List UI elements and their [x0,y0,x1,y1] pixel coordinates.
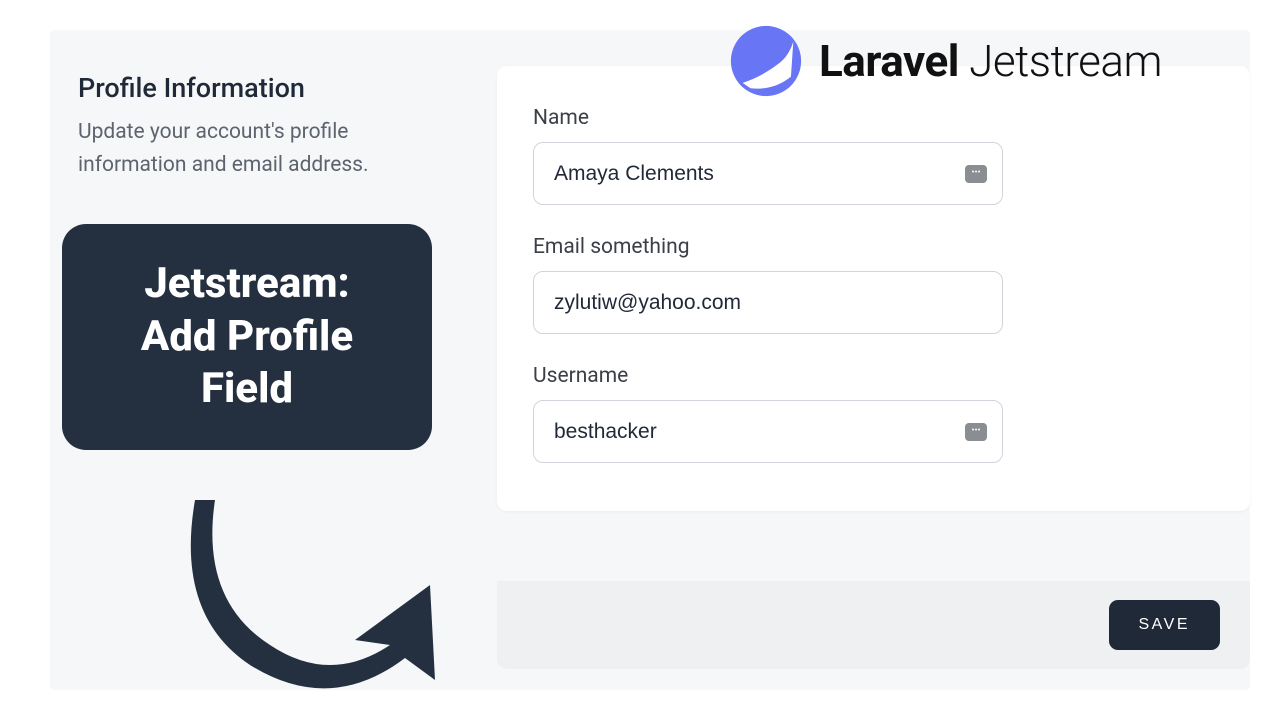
section-header: Profile Information Update your account'… [78,72,448,181]
email-group: Email something [533,235,1216,334]
save-button[interactable]: SAVE [1109,600,1221,650]
thumbnail-callout: Jetstream: Add Profile Field [62,224,432,450]
username-input[interactable] [533,400,1003,463]
profile-form-card: Name Email something Username [497,66,1250,511]
autofill-icon[interactable] [965,423,987,441]
brand-lockup: Laravel Jetstream [727,22,1162,100]
form-action-bar: SAVE [497,581,1250,669]
name-input[interactable] [533,142,1003,205]
section-description: Update your account's profile informatio… [78,116,448,181]
name-group: Name [533,106,1216,205]
section-title: Profile Information [78,72,448,104]
name-label: Name [533,106,1216,130]
username-group: Username [533,364,1216,463]
brand-light: Jetstream [969,35,1162,87]
email-label: Email something [533,235,1216,259]
callout-text: Jetstream: Add Profile Field [88,258,406,416]
jetstream-logo-icon [727,22,805,100]
username-label: Username [533,364,1216,388]
autofill-icon[interactable] [965,165,987,183]
arrow-icon [180,490,440,710]
brand-text: Laravel Jetstream [819,35,1162,87]
email-input[interactable] [533,271,1003,334]
brand-bold: Laravel [819,35,959,87]
